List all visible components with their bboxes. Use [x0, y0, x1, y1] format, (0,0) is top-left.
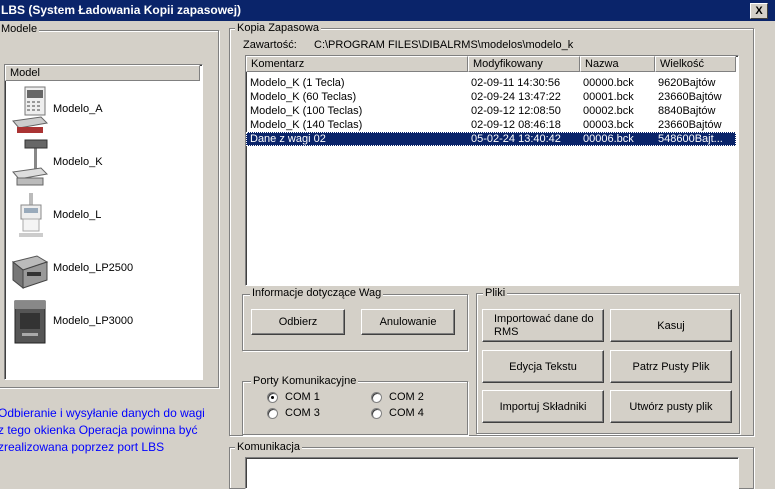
backup-file-list[interactable]: Komentarz Modyfikowany Nazwa Wielkość Mo…: [245, 55, 739, 286]
table-row[interactable]: Modelo_K (140 Teclas) 02-09-12 08:46:18 …: [246, 118, 736, 132]
column-header-wielkosc[interactable]: Wielkość: [655, 56, 736, 72]
cell-wielkosc: 548600Bajt...: [658, 133, 723, 145]
table-row-selected[interactable]: Dane z wagi 02 05-02-24 13:40:42 00006.b…: [246, 132, 736, 146]
pliki-group-label: Pliki: [483, 287, 508, 299]
patrz-pusty-plik-button[interactable]: Patrz Pusty Plik: [610, 350, 732, 383]
scale-tower-icon: [12, 86, 49, 133]
cell-modyfikowany: 02-09-12 08:46:18: [471, 119, 561, 131]
porty-group-label: Porty Komunikacyjne: [251, 375, 359, 387]
komunikacja-log[interactable]: [245, 457, 739, 489]
cell-nazwa: 00002.bck: [583, 105, 634, 117]
table-row[interactable]: Modelo_K (60 Teclas) 02-09-24 13:47:22 0…: [246, 90, 736, 104]
scale-pole-icon: [12, 139, 49, 186]
radio-indicator: [267, 392, 278, 403]
com3-radio[interactable]: COM 3: [267, 407, 347, 420]
com1-radio[interactable]: COM 1: [267, 391, 347, 404]
model-item-modelo-lp2500[interactable]: Modelo_LP2500: [9, 242, 197, 295]
table-row[interactable]: Modelo_K (100 Teclas) 02-09-12 12:08:50 …: [246, 104, 736, 118]
column-header-komentarz[interactable]: Komentarz: [246, 56, 468, 72]
table-row[interactable]: Modelo_K (1 Tecla) 02-09-11 14:30:56 000…: [246, 76, 736, 90]
window-title: LBS (System Ładowania Kopii zapasowej): [1, 3, 242, 17]
help-text: Odbieranie i wysyłanie danych do wagi z …: [0, 406, 205, 454]
cell-wielkosc: 8840Bajtów: [658, 105, 716, 117]
modele-group-label: Modele: [0, 23, 40, 35]
model-label: Modelo_K: [53, 156, 103, 168]
model-item-modelo-l[interactable]: Modelo_L: [9, 189, 197, 242]
contents-label: Zawartość:: [243, 39, 297, 51]
radio-indicator: [371, 408, 382, 419]
com4-radio[interactable]: COM 4: [371, 407, 451, 420]
cell-modyfikowany: 02-09-12 12:08:50: [471, 105, 561, 117]
model-label: Modelo_L: [53, 209, 102, 221]
kopia-group-label: Kopia Zapasowa: [235, 22, 321, 34]
importuj-skladniki-button[interactable]: Importuj Składniki: [482, 390, 604, 423]
cell-komentarz: Dane z wagi 02: [250, 133, 326, 145]
scale-hanging-icon: [19, 193, 43, 237]
model-item-modelo-k[interactable]: Modelo_K: [9, 136, 197, 189]
com1-label: COM 1: [285, 391, 320, 403]
com2-radio[interactable]: COM 2: [371, 391, 451, 404]
cell-komentarz: Modelo_K (140 Teclas): [250, 119, 363, 131]
wagi-group-label: Informacje dotyczące Wag: [250, 287, 384, 299]
odbierz-button[interactable]: Odbierz: [251, 309, 345, 335]
cell-nazwa: 00006.bck: [583, 133, 634, 145]
contents-path: C:\PROGRAM FILES\DIBALRMS\modelos\modelo…: [314, 39, 574, 51]
label-printer-icon: [11, 255, 49, 290]
cell-nazwa: 00003.bck: [583, 119, 634, 131]
cell-modyfikowany: 02-09-24 13:47:22: [471, 91, 561, 103]
cell-modyfikowany: 05-02-24 13:40:42: [471, 133, 561, 145]
model-label: Modelo_LP3000: [53, 315, 134, 327]
cell-nazwa: 00001.bck: [583, 91, 634, 103]
model-item-modelo-lp3000[interactable]: Modelo_LP3000: [9, 295, 197, 348]
model-list[interactable]: Model Modelo_A Modelo_K Modelo_L Modelo_…: [4, 64, 203, 380]
model-label: Modelo_A: [53, 103, 103, 115]
komunikacja-group-label: Komunikacja: [235, 441, 302, 453]
kasuj-button[interactable]: Kasuj: [610, 309, 732, 342]
radio-dot: [271, 396, 274, 399]
cell-komentarz: Modelo_K (100 Teclas): [250, 105, 363, 117]
model-column-header[interactable]: Model: [5, 65, 200, 81]
cell-wielkosc: 23660Bajtów: [658, 119, 722, 131]
cell-komentarz: Modelo_K (1 Tecla): [250, 77, 345, 89]
com2-label: COM 2: [389, 391, 424, 403]
model-item-modelo-a[interactable]: Modelo_A: [9, 83, 197, 136]
cell-modyfikowany: 02-09-11 14:30:56: [471, 77, 561, 89]
model-label: Modelo_LP2500: [53, 262, 134, 274]
cell-komentarz: Modelo_K (60 Teclas): [250, 91, 357, 103]
radio-indicator: [267, 408, 278, 419]
cell-wielkosc: 23660Bajtów: [658, 91, 722, 103]
label-printer-large-icon: [14, 300, 46, 344]
com4-label: COM 4: [389, 407, 424, 419]
column-header-modyfikowany[interactable]: Modyfikowany: [468, 56, 580, 72]
anulowanie-button[interactable]: Anulowanie: [361, 309, 455, 335]
radio-indicator: [371, 392, 382, 403]
com3-label: COM 3: [285, 407, 320, 419]
title-bar[interactable]: LBS (System Ładowania Kopii zapasowej) X: [0, 0, 775, 21]
cell-wielkosc: 9620Bajtów: [658, 77, 716, 89]
close-button[interactable]: X: [750, 3, 768, 19]
column-header-nazwa[interactable]: Nazwa: [580, 56, 655, 72]
importuj-rms-button[interactable]: Importować dane do RMS: [482, 309, 604, 342]
utworz-pusty-plik-button[interactable]: Utwórz pusty plik: [610, 390, 732, 423]
edycja-tekstu-button[interactable]: Edycja Tekstu: [482, 350, 604, 383]
cell-nazwa: 00000.bck: [583, 77, 634, 89]
